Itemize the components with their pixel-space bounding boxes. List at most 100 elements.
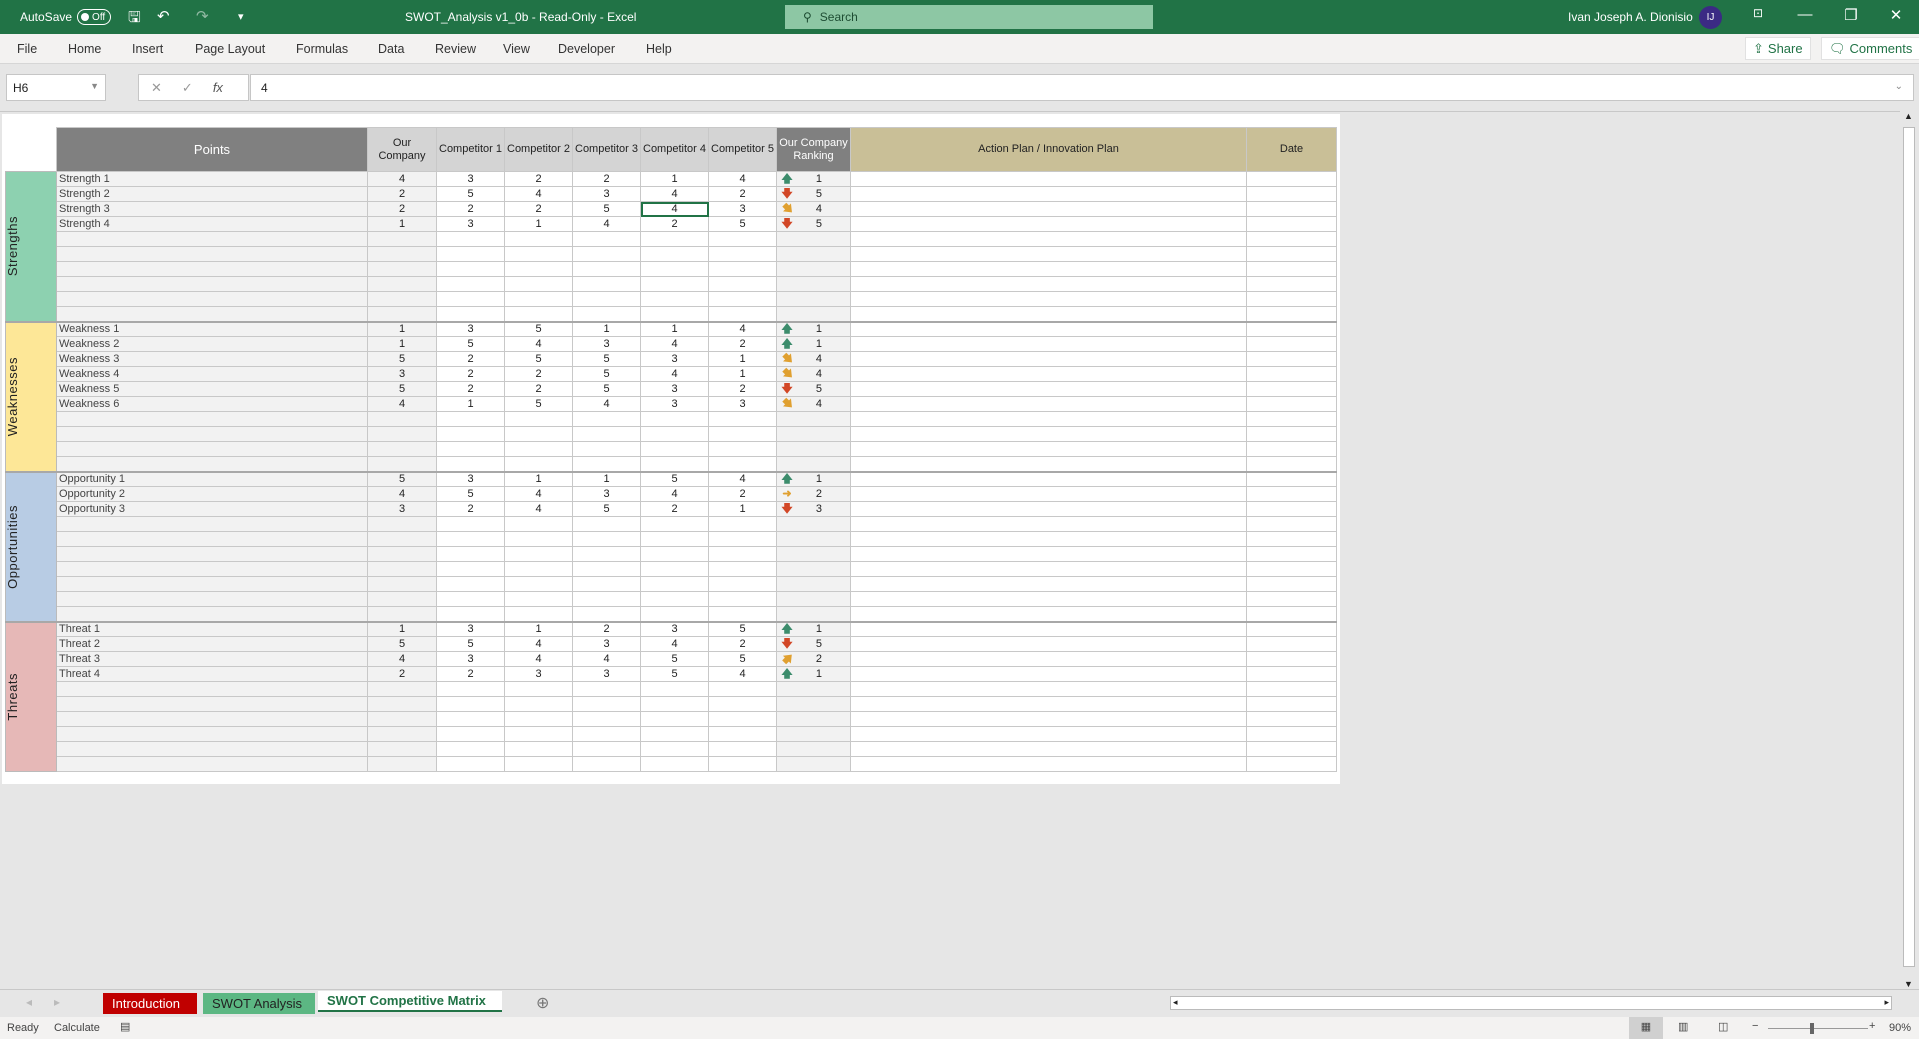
- competitor-2-score[interactable]: [504, 261, 573, 277]
- scroll-thumb[interactable]: [1903, 127, 1915, 967]
- competitor-1-score[interactable]: 3: [436, 320, 505, 337]
- ranking-cell[interactable]: 🡇 5: [776, 216, 851, 232]
- competitor-3-score[interactable]: 3: [572, 186, 641, 202]
- ranking-cell[interactable]: [776, 741, 851, 757]
- competitor-4-score[interactable]: [640, 456, 709, 472]
- competitor-4-score[interactable]: [640, 681, 709, 697]
- point-cell[interactable]: Threat 3: [56, 651, 368, 667]
- action-plan-cell[interactable]: [850, 531, 1247, 547]
- autosave-toggle[interactable]: AutoSave Off: [20, 9, 112, 25]
- point-cell[interactable]: Weakness 5: [56, 381, 368, 397]
- competitor-5-score[interactable]: 3: [708, 201, 777, 217]
- our-company-score[interactable]: [367, 696, 437, 712]
- competitor-2-score[interactable]: [504, 246, 573, 262]
- our-company-score[interactable]: [367, 591, 437, 607]
- competitor-3-score[interactable]: 5: [572, 501, 641, 517]
- action-plan-cell[interactable]: [850, 291, 1247, 307]
- point-cell[interactable]: [56, 591, 368, 607]
- action-plan-cell[interactable]: [850, 411, 1247, 427]
- competitor-2-score[interactable]: [504, 231, 573, 247]
- our-company-score[interactable]: 5: [367, 470, 437, 487]
- competitor-4-score[interactable]: 4: [640, 366, 709, 382]
- competitor-3-score[interactable]: [572, 246, 641, 262]
- date-cell[interactable]: [1246, 606, 1337, 622]
- action-plan-cell[interactable]: [850, 426, 1247, 442]
- page-break-view-icon[interactable]: ◫: [1718, 1020, 1728, 1033]
- competitor-1-score[interactable]: [436, 576, 505, 592]
- tab-view[interactable]: View: [503, 42, 530, 56]
- competitor-2-score[interactable]: [504, 561, 573, 577]
- competitor-3-score[interactable]: [572, 261, 641, 277]
- competitor-5-score[interactable]: [708, 741, 777, 757]
- competitor-1-score[interactable]: [436, 441, 505, 457]
- date-cell[interactable]: [1246, 186, 1337, 202]
- competitor-2-score[interactable]: 2: [504, 366, 573, 382]
- competitor-2-score[interactable]: 2: [504, 201, 573, 217]
- ranking-cell[interactable]: [776, 681, 851, 697]
- next-sheet-icon[interactable]: ▸: [54, 995, 60, 1009]
- action-plan-cell[interactable]: [850, 470, 1247, 487]
- competitor-5-score[interactable]: 2: [708, 486, 777, 502]
- competitor-2-score[interactable]: [504, 291, 573, 307]
- competitor-3-score[interactable]: 5: [572, 366, 641, 382]
- point-cell[interactable]: Weakness 4: [56, 366, 368, 382]
- competitor-1-score[interactable]: 5: [436, 636, 505, 652]
- save-icon[interactable]: 🖫: [128, 7, 141, 32]
- competitor-5-score[interactable]: [708, 531, 777, 547]
- share-button[interactable]: ⇪ Share: [1745, 37, 1811, 60]
- competitor-5-score[interactable]: [708, 231, 777, 247]
- date-cell[interactable]: [1246, 396, 1337, 412]
- scroll-up-icon[interactable]: ▲: [1904, 111, 1913, 121]
- ranking-cell[interactable]: [776, 561, 851, 577]
- competitor-2-score[interactable]: [504, 276, 573, 292]
- sheet-tab-introduction[interactable]: Introduction: [103, 993, 197, 1014]
- competitor-4-score[interactable]: [640, 276, 709, 292]
- competitor-5-score[interactable]: 4: [708, 666, 777, 682]
- our-company-score[interactable]: [367, 411, 437, 427]
- competitor-2-score[interactable]: [504, 426, 573, 442]
- our-company-score[interactable]: [367, 516, 437, 532]
- point-cell[interactable]: Weakness 2: [56, 336, 368, 352]
- competitor-4-score[interactable]: 3: [640, 620, 709, 637]
- ranking-cell[interactable]: 🡅 2: [776, 651, 851, 667]
- point-cell[interactable]: Strength 3: [56, 201, 368, 217]
- date-cell[interactable]: [1246, 246, 1337, 262]
- competitor-4-score[interactable]: [640, 306, 709, 322]
- competitor-5-score[interactable]: 3: [708, 396, 777, 412]
- competitor-1-score[interactable]: [436, 426, 505, 442]
- enter-icon[interactable]: ✓: [182, 80, 193, 96]
- action-plan-cell[interactable]: [850, 696, 1247, 712]
- competitor-2-score[interactable]: [504, 441, 573, 457]
- our-company-score[interactable]: [367, 576, 437, 592]
- competitor-1-score[interactable]: 2: [436, 351, 505, 367]
- competitor-2-score[interactable]: 4: [504, 636, 573, 652]
- date-cell[interactable]: [1246, 591, 1337, 607]
- competitor-5-score[interactable]: [708, 411, 777, 427]
- date-cell[interactable]: [1246, 501, 1337, 517]
- vertical-scrollbar[interactable]: ▲ ▼: [1900, 111, 1919, 989]
- our-company-score[interactable]: 2: [367, 666, 437, 682]
- action-plan-cell[interactable]: [850, 306, 1247, 322]
- competitor-5-score[interactable]: 1: [708, 351, 777, 367]
- competitor-2-score[interactable]: 4: [504, 501, 573, 517]
- competitor-1-score[interactable]: 3: [436, 620, 505, 637]
- competitor-5-score[interactable]: [708, 606, 777, 622]
- competitor-1-score[interactable]: [436, 456, 505, 472]
- point-cell[interactable]: [56, 546, 368, 562]
- action-plan-cell[interactable]: [850, 636, 1247, 652]
- competitor-2-score[interactable]: 4: [504, 486, 573, 502]
- close-icon[interactable]: ✕: [1881, 6, 1911, 24]
- zoom-slider[interactable]: [1768, 1023, 1868, 1034]
- competitor-3-score[interactable]: 5: [572, 381, 641, 397]
- ranking-cell[interactable]: [776, 591, 851, 607]
- point-cell[interactable]: [56, 561, 368, 577]
- ranking-cell[interactable]: 🡅 1: [776, 336, 851, 352]
- date-cell[interactable]: [1246, 681, 1337, 697]
- action-plan-cell[interactable]: [850, 501, 1247, 517]
- competitor-2-score[interactable]: [504, 606, 573, 622]
- competitor-4-score[interactable]: [640, 441, 709, 457]
- action-plan-cell[interactable]: [850, 711, 1247, 727]
- ranking-cell[interactable]: 🡆 4: [776, 201, 851, 217]
- competitor-2-score[interactable]: 5: [504, 320, 573, 337]
- date-cell[interactable]: [1246, 636, 1337, 652]
